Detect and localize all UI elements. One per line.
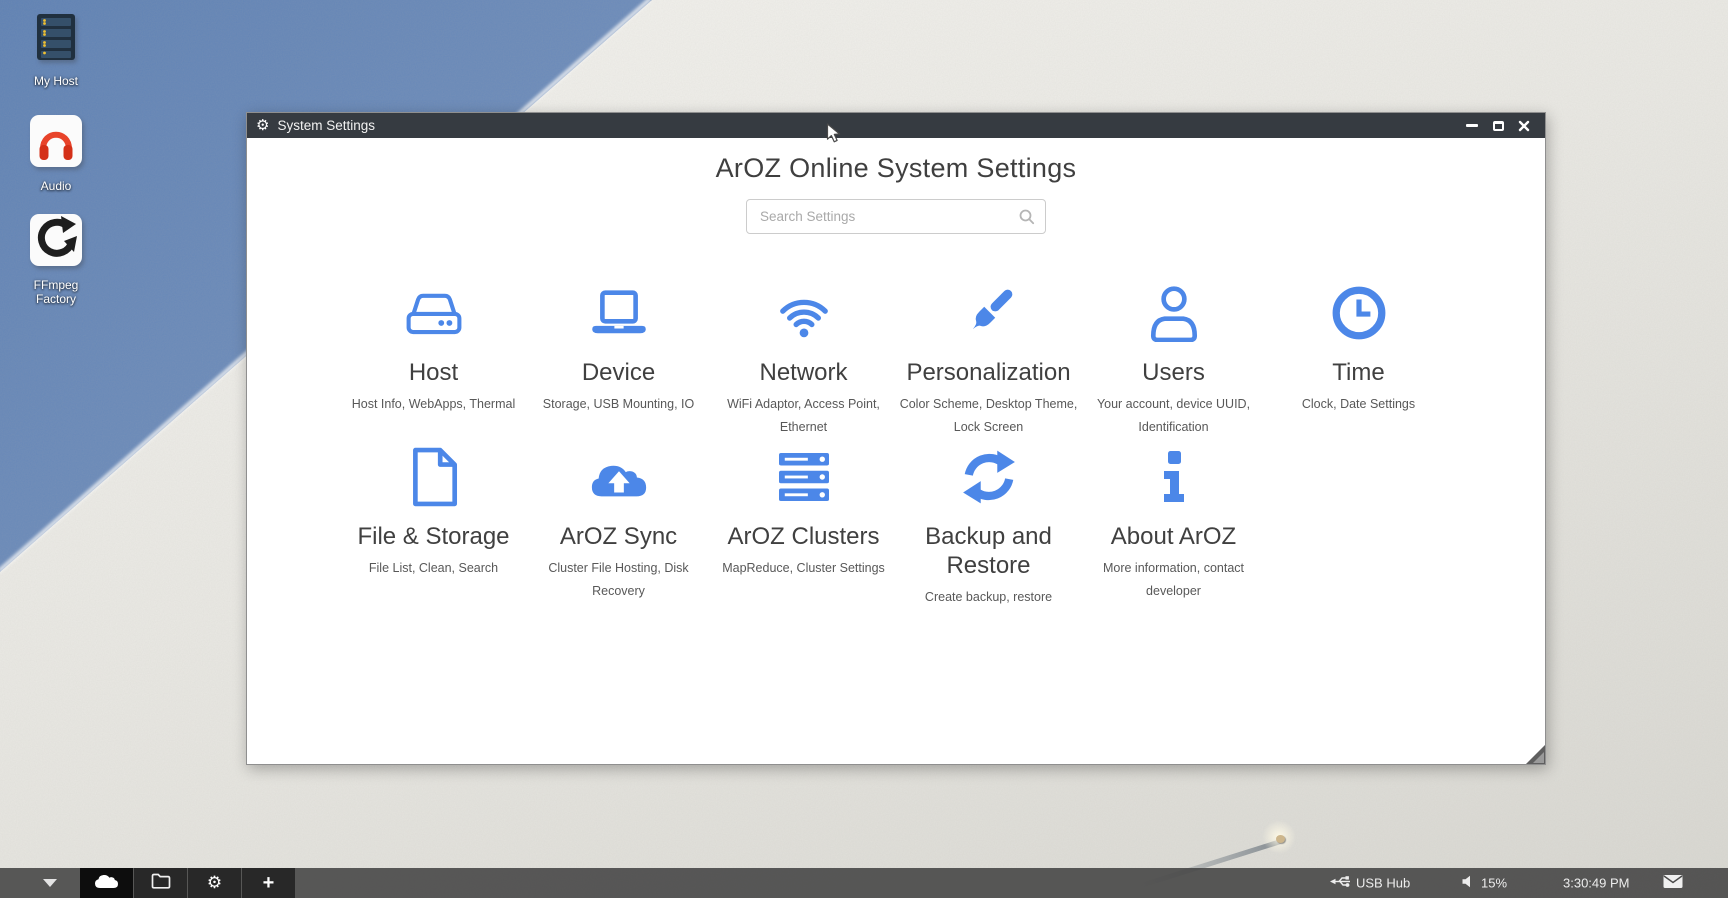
clock-icon xyxy=(1330,281,1388,345)
setting-title: ArOZ Clusters xyxy=(727,522,879,551)
plus-icon: + xyxy=(263,873,275,893)
desktop-icon-label: FFmpeg Factory xyxy=(21,278,91,306)
setting-title: Backup and Restore xyxy=(899,522,1079,580)
setting-subtitle: Color Scheme, Desktop Theme, Lock Screen xyxy=(896,393,1081,439)
taskbar-app-files[interactable] xyxy=(134,868,187,898)
setting-subtitle: WiFi Adaptor, Access Point, Ethernet xyxy=(711,393,896,439)
window-title: System Settings xyxy=(277,118,375,133)
nail xyxy=(1276,835,1285,843)
desktop-icon-label: My Host xyxy=(34,74,78,88)
settings-grid: Host Host Info, WebApps, Thermal Device … xyxy=(341,281,1451,615)
caret-down-icon[interactable] xyxy=(43,879,57,887)
setting-network[interactable]: Network WiFi Adaptor, Access Point, Ethe… xyxy=(711,281,896,439)
desktop-icon-label: Audio xyxy=(41,179,72,193)
cloud-icon xyxy=(93,872,120,894)
setting-device[interactable]: Device Storage, USB Mounting, IO xyxy=(526,281,711,439)
server-icon xyxy=(34,12,78,67)
system-settings-window: ⚙ System Settings ArOZ Online System Set… xyxy=(246,112,1546,765)
setting-subtitle: Host Info, WebApps, Thermal xyxy=(352,393,516,416)
info-icon xyxy=(1146,445,1202,509)
search-box xyxy=(746,199,1046,234)
setting-users[interactable]: Users Your account, device UUID, Identif… xyxy=(1081,281,1266,439)
speaker-icon[interactable] xyxy=(1462,875,1473,891)
settings-content: ArOZ Online System Settings xyxy=(247,138,1545,764)
desktop-icons: My Host Audio xyxy=(10,12,102,306)
setting-subtitle: Your account, device UUID, Identificatio… xyxy=(1081,393,1266,439)
user-icon xyxy=(1145,281,1203,345)
setting-personalization[interactable]: Personalization Color Scheme, Desktop Th… xyxy=(896,281,1081,439)
volume-level[interactable]: 15% xyxy=(1481,876,1507,891)
envelope-icon[interactable] xyxy=(1663,875,1683,892)
gear-icon: ⚙ xyxy=(207,875,222,892)
headphones-icon xyxy=(30,115,82,172)
minimize-icon[interactable] xyxy=(1465,119,1479,133)
usb-status-label[interactable]: USB Hub xyxy=(1356,876,1410,891)
setting-aroz-sync[interactable]: ArOZ Sync Cluster File Hosting, Disk Rec… xyxy=(526,445,711,609)
taskbar-app-cloud[interactable] xyxy=(80,868,133,898)
window-resize-handle-inner xyxy=(1533,752,1544,763)
setting-aroz-clusters[interactable]: ArOZ Clusters MapReduce, Cluster Setting… xyxy=(711,445,896,609)
laptop-icon xyxy=(589,281,649,345)
server-stack-icon xyxy=(775,445,833,509)
setting-title: Users xyxy=(1142,358,1205,387)
harddrive-icon xyxy=(405,281,463,345)
window-titlebar[interactable]: ⚙ System Settings xyxy=(247,113,1545,138)
cloud-upload-icon xyxy=(588,445,650,509)
paintbrush-icon xyxy=(960,281,1018,345)
setting-title: ArOZ Sync xyxy=(560,522,677,551)
desktop: My Host Audio xyxy=(0,0,1728,898)
setting-title: Time xyxy=(1332,358,1384,387)
gear-icon: ⚙ xyxy=(256,118,269,133)
setting-subtitle: More information, contact developer xyxy=(1081,557,1266,603)
taskbar-apps: ⚙ + xyxy=(80,868,296,898)
taskbar-app-add[interactable]: + xyxy=(242,868,295,898)
setting-backup-restore[interactable]: Backup and Restore Create backup, restor… xyxy=(896,445,1081,609)
setting-host[interactable]: Host Host Info, WebApps, Thermal xyxy=(341,281,526,439)
setting-subtitle: Create backup, restore xyxy=(925,586,1052,609)
desktop-icon-my-host[interactable]: My Host xyxy=(10,12,102,88)
close-icon[interactable] xyxy=(1517,119,1531,133)
setting-title: File & Storage xyxy=(357,522,509,551)
setting-title: Device xyxy=(582,358,655,387)
setting-file-storage[interactable]: File & Storage File List, Clean, Search xyxy=(341,445,526,609)
setting-subtitle: Storage, USB Mounting, IO xyxy=(543,393,694,416)
desktop-icon-audio[interactable]: Audio xyxy=(10,115,102,193)
sync-arrows-icon xyxy=(960,445,1018,509)
setting-time[interactable]: Time Clock, Date Settings xyxy=(1266,281,1451,439)
wifi-icon xyxy=(773,281,835,345)
maximize-icon[interactable] xyxy=(1491,119,1505,133)
file-icon xyxy=(408,445,460,509)
desktop-icon-ffmpeg-factory[interactable]: FFmpeg Factory xyxy=(10,214,102,306)
setting-subtitle: Cluster File Hosting, Disk Recovery xyxy=(526,557,711,603)
search-input[interactable] xyxy=(747,200,1045,233)
page-title: ArOZ Online System Settings xyxy=(247,153,1545,184)
setting-subtitle: MapReduce, Cluster Settings xyxy=(722,557,885,580)
folder-icon xyxy=(151,873,171,894)
setting-subtitle: File List, Clean, Search xyxy=(369,557,498,580)
setting-title: Personalization xyxy=(906,358,1070,387)
setting-title: Network xyxy=(759,358,847,387)
recycle-arrows-icon xyxy=(30,214,82,271)
search-icon xyxy=(1019,209,1035,230)
setting-title: About ArOZ xyxy=(1111,522,1236,551)
taskbar-clock[interactable]: 3:30:49 PM xyxy=(1563,876,1630,891)
setting-subtitle: Clock, Date Settings xyxy=(1302,393,1415,416)
usb-icon[interactable] xyxy=(1330,875,1352,891)
taskbar-app-settings[interactable]: ⚙ xyxy=(188,868,241,898)
setting-title: Host xyxy=(409,358,458,387)
taskbar: ⚙ + USB Hub 15% xyxy=(0,868,1728,898)
setting-about-aroz[interactable]: About ArOZ More information, contact dev… xyxy=(1081,445,1266,609)
window-controls xyxy=(1465,119,1536,133)
